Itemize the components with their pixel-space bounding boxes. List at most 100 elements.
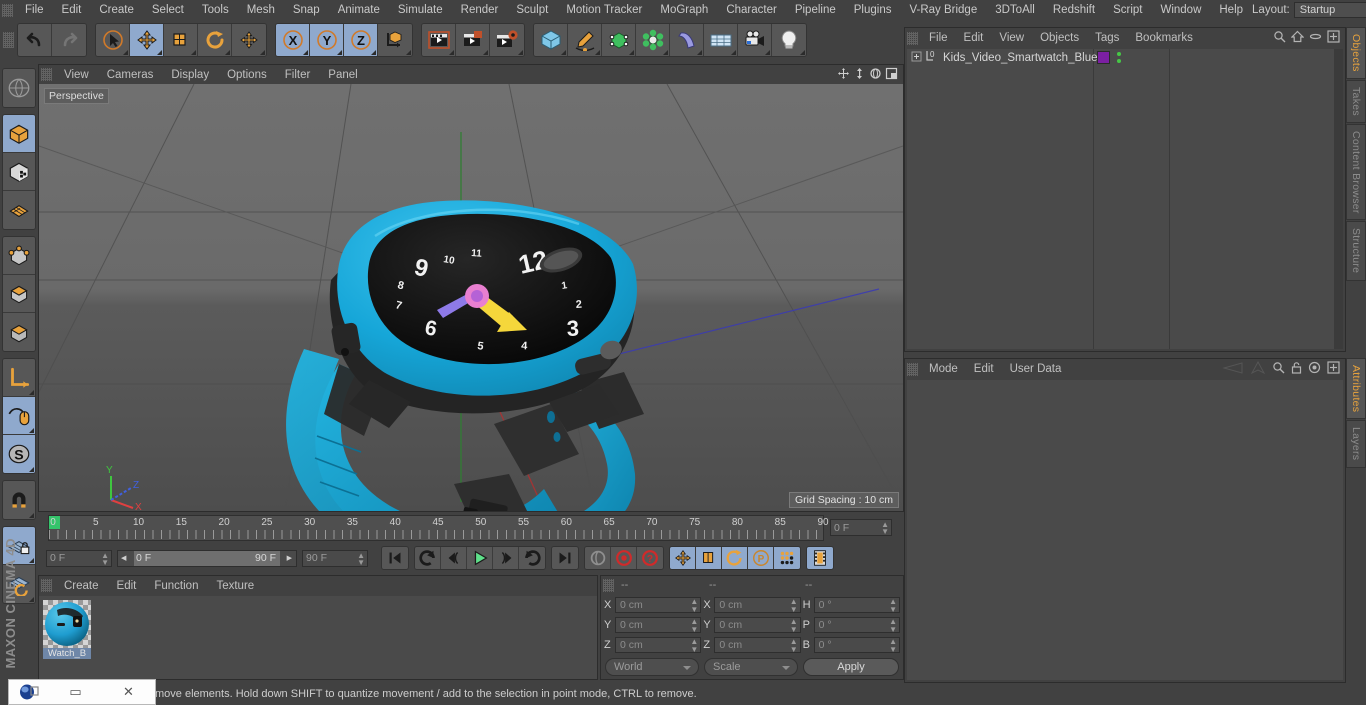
menu-mograph[interactable]: MoGraph [651, 0, 717, 20]
left-model-mode-icon[interactable] [3, 115, 35, 153]
viewport-menu-panel[interactable]: Panel [319, 69, 366, 81]
material-menu-function[interactable]: Function [145, 580, 207, 592]
apply-button[interactable]: Apply [803, 658, 899, 676]
toolbar-render-region-icon[interactable] [456, 24, 490, 56]
spinner-icon[interactable]: ▲ ▼ [357, 551, 365, 566]
timeline-ruler[interactable]: 0 5 10 15 20 25 30 35 40 45 50 55 60 65 70 75 80 85 90 [48, 515, 829, 541]
transport-rotation-key-icon[interactable] [722, 547, 748, 569]
layout-left-icon[interactable] [1218, 361, 1244, 377]
transport-play-icon[interactable] [467, 547, 493, 569]
material-menu-texture[interactable]: Texture [207, 580, 263, 592]
viewport-menu-display[interactable]: Display [162, 69, 218, 81]
left-faces-mode-icon[interactable] [3, 313, 35, 351]
toolbar-array-icon[interactable] [636, 24, 670, 56]
left-viewport-solo-icon[interactable] [3, 397, 35, 435]
transport-next-keyframe-icon[interactable] [519, 547, 545, 569]
minimize-icon[interactable]: ▭ [49, 684, 102, 700]
size-field[interactable]: 0 cm ▲ ▼ [714, 616, 801, 634]
spinner-icon[interactable]: ▲ ▼ [790, 617, 798, 634]
toolbar-x-axis-icon[interactable]: X [276, 24, 310, 56]
object-manager-scrollbar[interactable] [1334, 49, 1343, 349]
spinner-icon[interactable]: ▲ ▼ [690, 637, 698, 654]
viewport-menu-options[interactable]: Options [218, 69, 276, 81]
transport-previous-keyframe-icon[interactable] [415, 547, 441, 569]
menu-pipeline[interactable]: Pipeline [786, 0, 845, 20]
menu-help[interactable]: Help [1210, 0, 1252, 20]
transport-param-key-icon[interactable]: P [748, 547, 774, 569]
viewport-canvas[interactable]: 12 1 2 3 4 5 6 7 8 9 10 11 Perspective G… [39, 84, 903, 511]
menu-mesh[interactable]: Mesh [238, 0, 284, 20]
transport-next-frame-icon[interactable] [493, 547, 519, 569]
attribute-menu-mode[interactable]: Mode [921, 363, 966, 375]
end-frame-field[interactable]: 90 F ▲ ▼ [302, 549, 368, 567]
toolbar-camera-icon[interactable] [738, 24, 772, 56]
menu-edit[interactable]: Edit [53, 0, 91, 20]
ellipse-icon[interactable] [1309, 30, 1322, 46]
menu-character[interactable]: Character [717, 0, 786, 20]
rotation-field[interactable]: 0 ° ▲ ▼ [813, 596, 900, 614]
layout-dropdown[interactable]: Startup [1293, 2, 1366, 18]
visibility-dots[interactable] [1117, 52, 1121, 63]
menu-simulate[interactable]: Simulate [389, 0, 452, 20]
spinner-icon[interactable]: ▲ ▼ [690, 617, 698, 634]
transport-record-icon[interactable] [611, 547, 637, 569]
start-frame-field[interactable]: 0 F ▲ ▼ [46, 549, 112, 567]
position-field[interactable]: 0 cm ▲ ▼ [615, 616, 702, 634]
toolbar-redo-icon[interactable] [52, 24, 86, 56]
transport-previous-frame-icon[interactable] [441, 547, 467, 569]
target-icon[interactable] [1308, 361, 1321, 377]
transport-position-key-icon[interactable] [670, 547, 696, 569]
toolbar-rotate-icon[interactable] [198, 24, 232, 56]
toolbar-undo-icon[interactable] [18, 24, 52, 56]
orbit-icon[interactable] [869, 67, 882, 83]
spinner-icon[interactable]: ▲ ▼ [889, 597, 897, 614]
left-magnet-icon[interactable] [3, 481, 35, 519]
toolbar-spline-pen-icon[interactable] [568, 24, 602, 56]
spinner-icon[interactable]: ▲ ▼ [881, 521, 889, 536]
material-manager-gripper[interactable] [41, 579, 52, 592]
size-field[interactable]: 0 cm ▲ ▼ [714, 636, 801, 653]
transport-timeline-strip-icon[interactable] [807, 547, 833, 569]
material-preview[interactable] [43, 600, 91, 648]
menu-tools[interactable]: Tools [193, 0, 238, 20]
menu-file[interactable]: File [16, 0, 53, 20]
position-field[interactable]: 0 cm ▲ ▼ [615, 596, 702, 613]
layout-up-icon[interactable] [1250, 360, 1266, 377]
left-edges-mode-icon[interactable] [3, 275, 35, 313]
lock-icon[interactable] [1291, 361, 1302, 377]
material-tag-icon[interactable] [1097, 51, 1110, 64]
toolbar-scale-icon[interactable] [164, 24, 198, 56]
close-icon[interactable]: ✕ [102, 684, 155, 700]
toolbar-deformer-icon[interactable] [670, 24, 704, 56]
menu-v-ray-bridge[interactable]: V-Ray Bridge [900, 0, 986, 20]
slider-left-arrow-icon[interactable]: ◀ [121, 554, 126, 562]
transport-scale-key-icon[interactable] [696, 547, 722, 569]
transform-mode-dropdown[interactable]: Scale [704, 658, 798, 676]
toolbar-y-axis-icon[interactable]: Y [310, 24, 344, 56]
dolly-icon[interactable] [853, 67, 866, 83]
spinner-icon[interactable]: ▲ ▼ [889, 637, 897, 654]
toolbar-cube-primitive-icon[interactable] [534, 24, 568, 56]
viewport-menu-view[interactable]: View [55, 69, 98, 81]
toolbar-nurbs-icon[interactable] [602, 24, 636, 56]
object-menu-edit[interactable]: Edit [956, 32, 992, 44]
left-points-mode-icon[interactable] [3, 237, 35, 275]
menu-window[interactable]: Window [1151, 0, 1210, 20]
transport-keyframe-selection-icon[interactable]: ? [637, 547, 663, 569]
current-frame-field[interactable]: 0 F ▲ ▼ [830, 519, 892, 536]
search-icon[interactable] [1273, 30, 1286, 46]
taskbar-mini-window[interactable]: ▭ ✕ [8, 679, 156, 705]
pan-icon[interactable] [837, 67, 850, 83]
left-axis-modify-icon[interactable] [3, 359, 35, 397]
menu-3dtoall[interactable]: 3DToAll [986, 0, 1044, 20]
plus-box-icon[interactable] [1327, 30, 1340, 46]
toolbar-gripper[interactable] [3, 32, 14, 48]
side-tab-objects[interactable]: Objects [1346, 27, 1366, 79]
side-tab-content-browser[interactable]: Content Browser [1346, 123, 1366, 221]
menu-select[interactable]: Select [143, 0, 193, 20]
side-tab-structure[interactable]: Structure [1346, 221, 1366, 281]
toolbar-world-object-axis-icon[interactable] [378, 24, 412, 56]
object-menu-view[interactable]: View [991, 32, 1032, 44]
toolbar-live-selection-icon[interactable] [96, 24, 130, 56]
material-list[interactable]: Watch_B [39, 596, 597, 679]
